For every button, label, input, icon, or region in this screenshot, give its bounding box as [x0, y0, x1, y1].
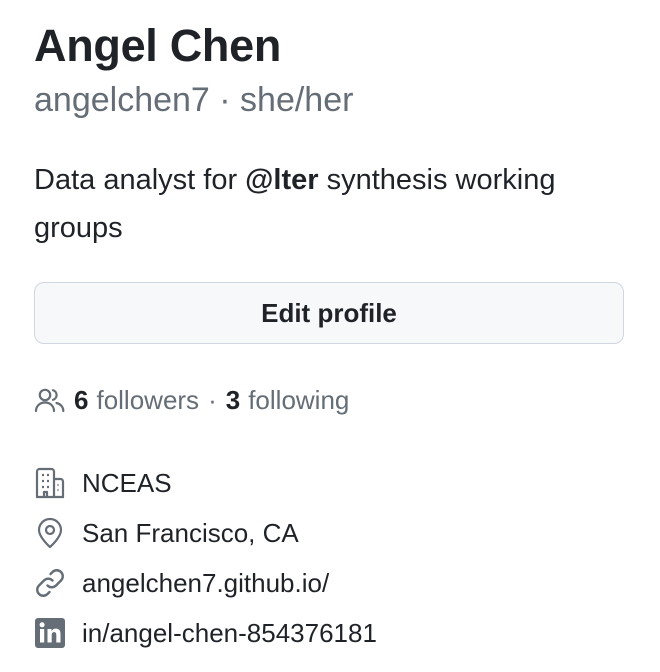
- pronouns-separator: ·: [209, 81, 241, 119]
- followers-link[interactable]: 6 followers: [34, 385, 199, 416]
- location-text: San Francisco, CA: [82, 517, 299, 548]
- profile-username: angelchen7: [34, 81, 210, 119]
- following-link[interactable]: 3 following: [226, 385, 350, 416]
- profile-pronouns: she/her: [240, 81, 354, 119]
- linkedin-link[interactable]: in/angel-chen-854376181: [82, 618, 377, 649]
- location-item: San Francisco, CA: [34, 508, 377, 558]
- bio-prefix: Data analyst for: [34, 164, 246, 196]
- people-icon: [34, 386, 66, 414]
- following-label: following: [248, 384, 350, 415]
- followers-label: followers: [96, 384, 200, 415]
- linkedin-icon: [34, 617, 66, 649]
- profile-sidebar: Angel Chen angelchen7 · she/her Data ana…: [0, 0, 660, 672]
- follow-stats: 6 followers · 3 following: [34, 378, 349, 422]
- edit-profile-button[interactable]: Edit profile: [34, 282, 624, 344]
- organization-text: NCEAS: [82, 467, 172, 498]
- website-item: angelchen7.github.io/: [34, 558, 377, 608]
- organization-item: NCEAS: [34, 458, 377, 508]
- website-link[interactable]: angelchen7.github.io/: [82, 568, 329, 599]
- location-icon: [34, 517, 66, 549]
- profile-display-name: Angel Chen: [34, 20, 282, 71]
- organization-icon: [34, 467, 66, 499]
- linkedin-item: in/angel-chen-854376181: [34, 608, 377, 658]
- follow-separator: ·: [208, 384, 217, 415]
- following-count: 3: [225, 384, 241, 415]
- profile-subline: angelchen7 · she/her: [34, 78, 353, 122]
- followers-count: 6: [74, 384, 89, 415]
- link-icon: [34, 567, 66, 599]
- profile-bio: Data analyst for @lter synthesis working…: [34, 156, 634, 252]
- profile-details-list: NCEAS San Francisco, CA angelchen7.githu…: [34, 458, 377, 658]
- bio-mention-link[interactable]: @lter: [245, 164, 318, 196]
